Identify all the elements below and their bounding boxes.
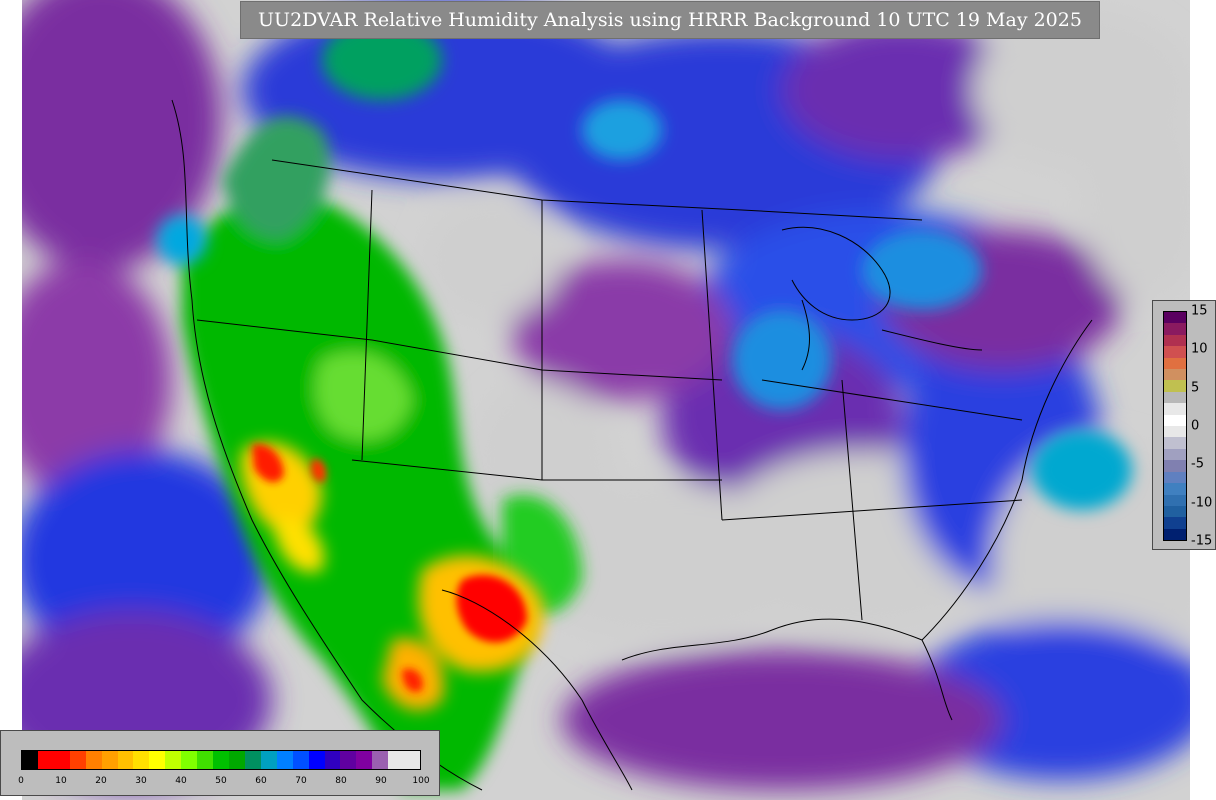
increment-color-scale: [1163, 311, 1187, 541]
rh-color-swatch: [149, 751, 166, 769]
increment-colorbar: 15 10 5 0 -5 -10 -15: [1152, 300, 1216, 550]
increment-color-swatch: [1164, 517, 1186, 529]
rh-color-swatch: [356, 751, 373, 769]
rh-color-swatch: [181, 751, 198, 769]
rh-color-swatch: [197, 751, 214, 769]
increment-tick-label: 5: [1191, 380, 1200, 396]
rh-color-swatch: [244, 751, 261, 769]
rh-tick-label: 50: [215, 776, 227, 786]
rh-color-swatch: [117, 751, 134, 769]
rh-tick-label: 0: [18, 776, 24, 786]
rh-color-swatch: [101, 751, 118, 769]
increment-color-swatch: [1164, 448, 1186, 461]
rh-color-swatch: [404, 751, 421, 769]
increment-color-swatch: [1164, 483, 1186, 495]
increment-color-swatch: [1164, 426, 1186, 438]
rh-color-swatch: [37, 751, 54, 769]
increment-tick-label: 15: [1191, 303, 1208, 319]
increment-color-swatch: [1164, 323, 1186, 335]
rh-color-swatch: [85, 751, 102, 769]
increment-color-swatch: [1164, 403, 1186, 415]
rh-tick-label: 100: [412, 776, 430, 786]
increment-color-swatch: [1164, 369, 1186, 381]
increment-color-swatch: [1164, 414, 1186, 427]
increment-color-swatch: [1164, 437, 1186, 449]
rh-color-scale: [21, 750, 421, 770]
rh-color-swatch: [388, 751, 405, 769]
rh-tick-label: 90: [375, 776, 387, 786]
rh-color-swatch: [260, 751, 277, 769]
increment-color-swatch: [1164, 380, 1186, 392]
increment-color-swatch: [1164, 391, 1186, 404]
rh-tick-label: 20: [95, 776, 107, 786]
rh-color-swatch: [308, 751, 325, 769]
increment-color-swatch: [1164, 357, 1186, 370]
rh-color-swatch: [133, 751, 150, 769]
increment-tick-label: -5: [1191, 456, 1204, 472]
rh-tick-label: 80: [335, 776, 347, 786]
rh-tick-label: 40: [175, 776, 187, 786]
rh-color-swatch: [340, 751, 357, 769]
increment-color-swatch: [1164, 346, 1186, 358]
increment-color-swatch: [1164, 334, 1186, 347]
rh-color-swatch: [53, 751, 70, 769]
increment-tick-label: 10: [1191, 341, 1208, 357]
increment-tick-label: -15: [1191, 533, 1213, 549]
rh-analysis-map: [22, 0, 1190, 800]
increment-color-swatch: [1164, 494, 1186, 506]
increment-color-swatch: [1164, 505, 1186, 518]
rh-color-swatch: [228, 751, 245, 769]
rh-tick-label: 60: [255, 776, 267, 786]
increment-color-swatch: [1164, 460, 1186, 472]
rh-colorbar: 0 10 20 30 40 50 60 70 80 90 100: [0, 730, 440, 796]
map-title: UU2DVAR Relative Humidity Analysis using…: [240, 1, 1100, 39]
increment-color-swatch: [1164, 312, 1186, 324]
rh-color-swatch: [22, 751, 38, 769]
rh-color-swatch: [372, 751, 389, 769]
rh-color-swatch: [213, 751, 229, 769]
rh-tick-label: 30: [135, 776, 147, 786]
rh-color-swatch: [292, 751, 309, 769]
rh-tick-label: 70: [295, 776, 307, 786]
rh-color-swatch: [165, 751, 182, 769]
rh-color-swatch: [276, 751, 293, 769]
rh-tick-label: 10: [55, 776, 67, 786]
map-canvas: [22, 0, 1190, 800]
increment-tick-label: -10: [1191, 495, 1213, 511]
rh-color-swatch: [324, 751, 341, 769]
increment-color-swatch: [1164, 471, 1186, 484]
increment-tick-label: 0: [1191, 418, 1200, 434]
increment-color-swatch: [1164, 528, 1186, 541]
rh-color-swatch: [69, 751, 86, 769]
